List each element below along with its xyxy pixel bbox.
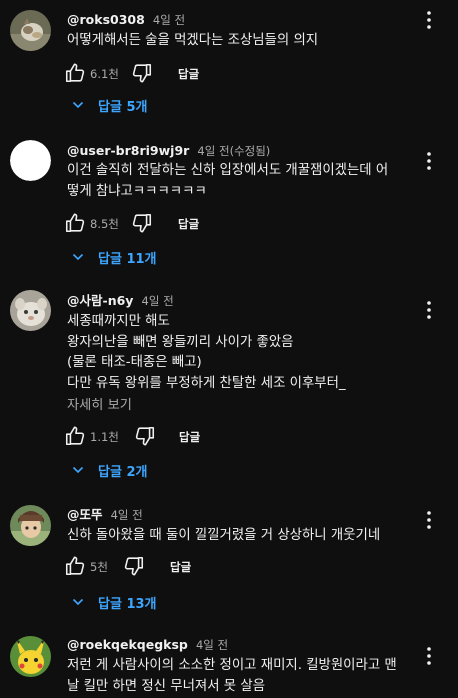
avatar[interactable]	[10, 636, 51, 677]
comment-author[interactable]: @roekqekqegksp	[67, 637, 188, 652]
more-actions-icon[interactable]	[424, 646, 434, 666]
comment-text: 저런 게 사람사이의 소소한 정이고 재미지. 킬방원이라고 맨 날 킬만 하면…	[67, 658, 397, 694]
comment-timestamp[interactable]: 4일 전	[196, 638, 228, 652]
comment-thread: @roekqekqegksp 4일 전 저런 게 사람사이의 소소한 정이고 재…	[0, 0, 458, 698]
